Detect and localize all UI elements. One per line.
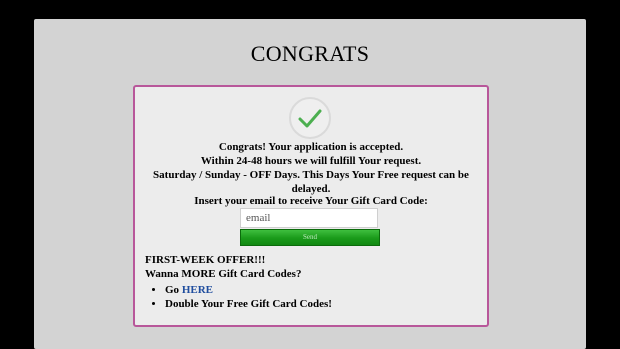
page-title: CONGRATS: [250, 41, 370, 66]
offer-heading: FIRST-WEEK OFFER!!!: [145, 254, 266, 266]
send-button[interactable]: Send: [240, 229, 380, 246]
confirmation-message: Congrats! Your application is accepted. …: [135, 140, 487, 196]
success-card: Congrats! Your application is accepted. …: [133, 85, 489, 327]
email-input[interactable]: [240, 208, 378, 228]
list-item: Go HERE: [165, 283, 332, 297]
message-line-1: Congrats! Your application is accepted.: [218, 141, 404, 153]
list-item: Double Your Free Gift Card Codes!: [165, 297, 332, 311]
offer-section: FIRST-WEEK OFFER!!! Wanna MORE Gift Card…: [145, 253, 332, 311]
offer-list: Go HERE Double Your Free Gift Card Codes…: [145, 283, 332, 311]
offer-line-strong: MORE Gift Card Codes?: [181, 268, 302, 280]
email-prompt-label: Insert your email to receive Your Gift C…: [194, 195, 428, 207]
bullet-1-prefix: Go: [165, 284, 182, 296]
main-panel: CONGRATS Congrats! Your application is a…: [34, 19, 586, 349]
message-line-3: Saturday / Sunday - OFF Days. This Days …: [153, 169, 469, 195]
offer-line: Wanna MORE Gift Card Codes?: [145, 267, 332, 281]
message-line-2: Within 24-48 hours we will fulfill Your …: [200, 155, 422, 167]
checkmark-icon: [289, 97, 331, 139]
here-link[interactable]: HERE: [182, 284, 213, 296]
offer-line-prefix: Wanna: [145, 268, 182, 280]
